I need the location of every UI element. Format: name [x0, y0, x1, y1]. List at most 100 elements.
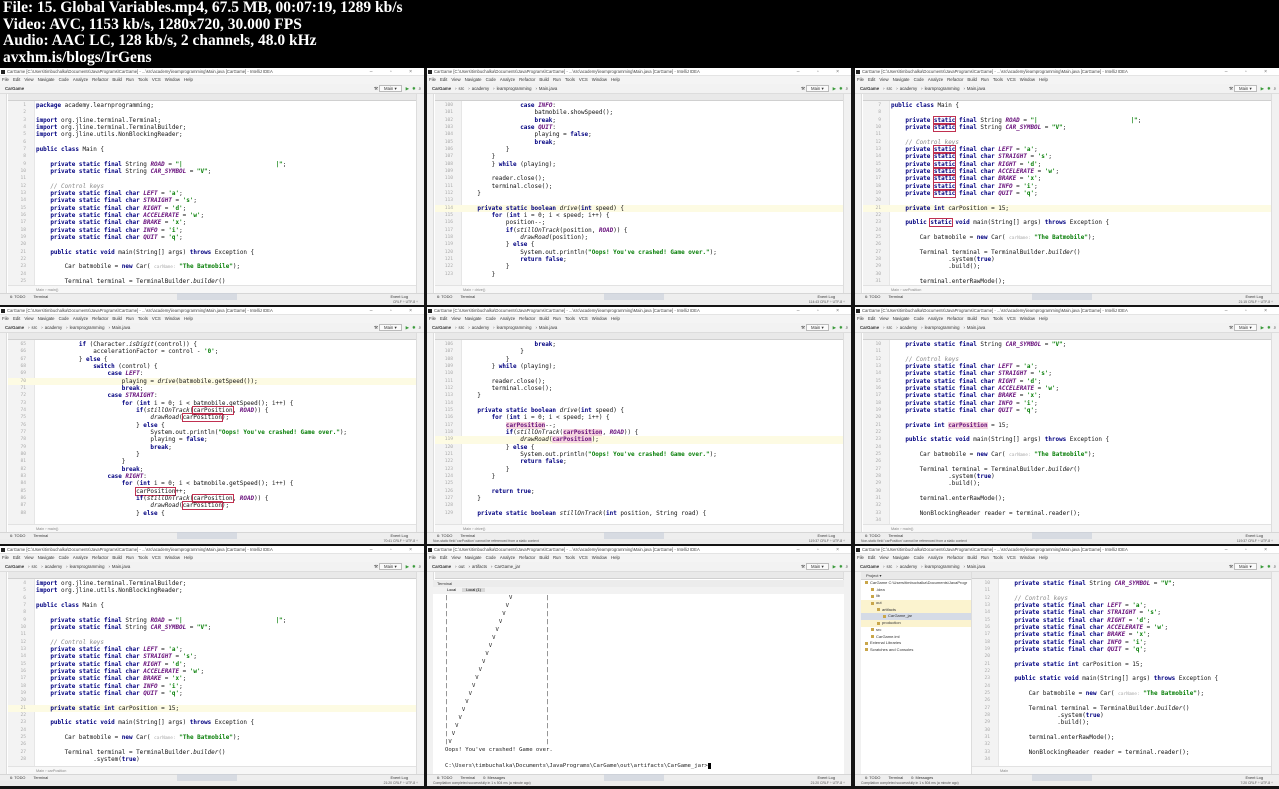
menu-item-edit[interactable]: Edit — [868, 316, 875, 321]
debug-icon[interactable]: ✹ — [1267, 325, 1271, 330]
run-icon[interactable]: ▶ — [1261, 325, 1264, 330]
run-configuration-select[interactable]: Main ▾ — [1234, 563, 1257, 570]
menu-item-tools[interactable]: Tools — [565, 316, 575, 321]
menu-item-view[interactable]: View — [879, 316, 888, 321]
search-icon[interactable]: ⌕ — [846, 325, 848, 330]
code-editor[interactable]: 10 private static final String CAR_SYMBO… — [863, 340, 1271, 524]
menu-item-refactor[interactable]: Refactor — [92, 555, 108, 560]
breadcrumb-item[interactable]: learnprogramming — [495, 86, 534, 91]
run-configuration-select[interactable]: Main ▾ — [806, 563, 829, 570]
menu-item-view[interactable]: View — [451, 555, 460, 560]
breadcrumb-item[interactable]: src — [885, 564, 895, 569]
project-tree-item[interactable]: Scratches and Consoles — [861, 647, 971, 654]
debug-icon[interactable]: ✹ — [1267, 86, 1271, 91]
menu-item-code[interactable]: Code — [486, 316, 496, 321]
run-icon[interactable]: ▶ — [1261, 564, 1264, 569]
menu-item-analyze[interactable]: Analyze — [500, 77, 515, 82]
search-icon[interactable]: ⌕ — [419, 564, 421, 569]
tool-button[interactable]: 6: TODO — [10, 775, 25, 780]
menu-item-edit[interactable]: Edit — [13, 555, 20, 560]
tool-button[interactable]: Terminal — [33, 294, 48, 299]
run-configuration-select[interactable]: Main ▾ — [806, 324, 829, 331]
left-tool-strip[interactable] — [0, 572, 7, 774]
window-controls[interactable]: – ▫ × — [370, 68, 420, 76]
run-configuration-select[interactable]: Main ▾ — [1234, 324, 1257, 331]
breadcrumb-item[interactable]: academy — [470, 86, 491, 91]
menu-item-analyze[interactable]: Analyze — [73, 555, 88, 560]
status-position-encoding[interactable]: 7:20 CRLF ÷ UTF-8 ÷ — [1240, 781, 1273, 786]
tool-button[interactable]: 0: Messages — [911, 775, 933, 780]
debug-icon[interactable]: ✹ — [839, 325, 843, 330]
menu-item-view[interactable]: View — [24, 77, 33, 82]
code-editor[interactable]: 7 public class Main {8 9 private static fi… — [863, 101, 1271, 285]
right-tool-strip[interactable] — [1271, 333, 1279, 532]
run-icon[interactable]: ▶ — [1261, 86, 1264, 91]
menu-item-window[interactable]: Window — [165, 555, 180, 560]
menu-item-refactor[interactable]: Refactor — [92, 77, 108, 82]
breadcrumb-item[interactable]: CarGame — [430, 325, 453, 330]
code-editor[interactable]: 1 package academy.learnprogramming; 2 3 impo… — [8, 101, 416, 285]
left-tool-strip[interactable] — [0, 94, 7, 293]
menu-item-tools[interactable]: Tools — [138, 555, 148, 560]
menu-item-window[interactable]: Window — [165, 77, 180, 82]
menu-item-analyze[interactable]: Analyze — [73, 316, 88, 321]
menu-item-view[interactable]: View — [24, 555, 33, 560]
project-tree-item[interactable]: production — [861, 620, 971, 627]
project-tree-item[interactable]: .idea — [861, 587, 971, 594]
tool-button[interactable]: 6: TODO — [865, 533, 880, 538]
right-tool-strip[interactable] — [416, 572, 424, 774]
run-icon[interactable]: ▶ — [833, 564, 836, 569]
breadcrumb-item[interactable]: src — [457, 325, 467, 330]
breadcrumb-item[interactable]: out — [457, 564, 467, 569]
menu-item-navigate[interactable]: Navigate — [465, 316, 482, 321]
menu-item-view[interactable]: View — [879, 555, 888, 560]
terminal-tab[interactable]: Local — [443, 588, 460, 592]
menu-item-help[interactable]: Help — [1039, 77, 1048, 82]
breadcrumb-item[interactable]: academy — [898, 564, 919, 569]
code-editor[interactable]: 10 private static final String CAR_SYMBO… — [972, 579, 1271, 766]
menu-item-navigate[interactable]: Navigate — [893, 316, 910, 321]
menu-item-refactor[interactable]: Refactor — [519, 555, 535, 560]
tool-button[interactable]: Terminal — [33, 533, 48, 538]
breadcrumb-item[interactable]: academy — [898, 86, 919, 91]
right-tool-strip[interactable] — [1271, 94, 1279, 293]
menu-item-view[interactable]: View — [451, 316, 460, 321]
breadcrumb-item[interactable]: CarGame — [3, 325, 26, 330]
search-icon[interactable]: ⌕ — [846, 86, 848, 91]
window-controls[interactable]: – ▫ × — [1225, 307, 1275, 315]
menu-item-build[interactable]: Build — [967, 316, 977, 321]
menu-item-file[interactable]: File — [857, 555, 864, 560]
menu-item-code[interactable]: Code — [914, 77, 924, 82]
menu-item-help[interactable]: Help — [184, 77, 193, 82]
right-tool-strip[interactable] — [843, 94, 851, 293]
menu-item-help[interactable]: Help — [611, 77, 620, 82]
tool-button[interactable]: Terminal — [460, 533, 475, 538]
menu-item-window[interactable]: Window — [592, 555, 607, 560]
debug-icon[interactable]: ✹ — [839, 86, 843, 91]
menu-item-build[interactable]: Build — [539, 555, 549, 560]
menu-item-tools[interactable]: Tools — [993, 555, 1003, 560]
code-editor[interactable]: 106 break; 107 } 108 } 109 } while (playing… — [435, 340, 843, 524]
menu-item-file[interactable]: File — [2, 316, 9, 321]
breadcrumb-item[interactable]: Main.java — [965, 86, 987, 91]
right-tool-strip[interactable] — [1271, 572, 1279, 774]
left-tool-strip[interactable] — [427, 94, 434, 293]
tool-button[interactable]: 6: TODO — [865, 775, 880, 780]
debug-icon[interactable]: ✹ — [412, 86, 416, 91]
menu-item-window[interactable]: Window — [592, 77, 607, 82]
menu-item-build[interactable]: Build — [539, 316, 549, 321]
run-configuration-select[interactable]: Main ▾ — [806, 85, 829, 92]
code-editor[interactable]: 65 if (Character.isDigit(control)) {66 a… — [8, 340, 416, 524]
menu-item-file[interactable]: File — [857, 77, 864, 82]
window-controls[interactable]: – ▫ × — [1225, 68, 1275, 76]
code-editor[interactable]: 4 import org.jline.terminal.TerminalBuild… — [8, 579, 416, 766]
menu-item-refactor[interactable]: Refactor — [947, 77, 963, 82]
breadcrumb-item[interactable]: learnprogramming — [68, 564, 107, 569]
window-controls[interactable]: – ▫ × — [797, 68, 847, 76]
run-configuration-select[interactable]: Main ▾ — [1234, 85, 1257, 92]
menu-item-help[interactable]: Help — [1039, 316, 1048, 321]
menu-item-navigate[interactable]: Navigate — [893, 77, 910, 82]
left-tool-strip[interactable] — [427, 333, 434, 532]
run-configuration-select[interactable]: Main ▾ — [379, 324, 402, 331]
breadcrumb-item[interactable]: Main.java — [110, 325, 132, 330]
